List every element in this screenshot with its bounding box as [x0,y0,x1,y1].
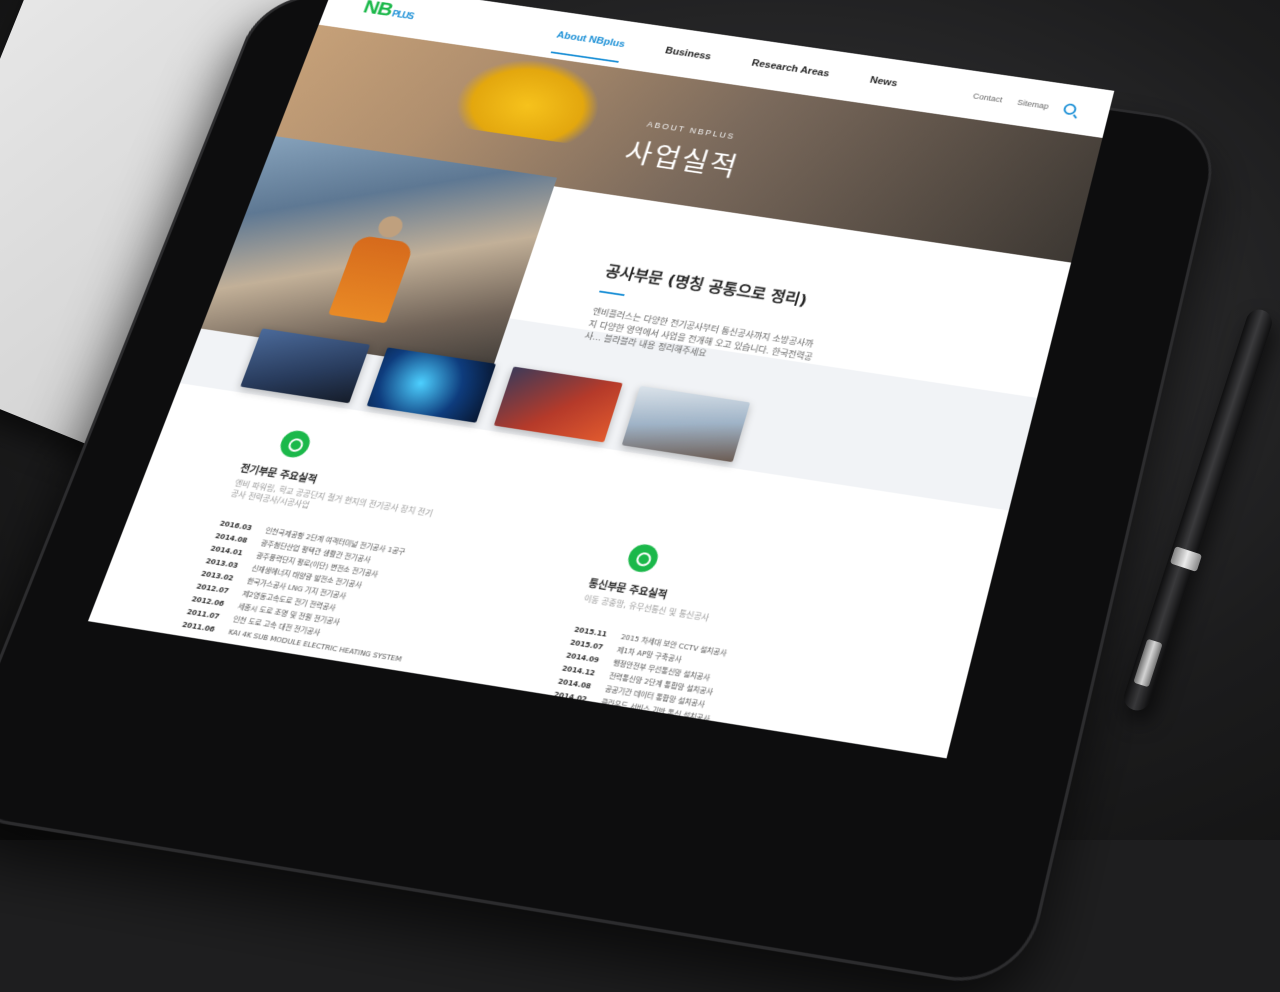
nav-business[interactable]: Business [659,46,713,76]
date: 2013.12 [548,703,584,718]
contact-link[interactable]: Contact [972,91,1003,104]
comm-dates: 2015.11 2015.07 2014.09 2014.12 2014.08 … [539,624,608,747]
date: 2012.07 [540,730,576,744]
list-item: 광주 통신망 구축 통합 설치공사 [587,737,686,759]
section-title: 공사부문 (명칭 공통으로 정리) [603,262,810,310]
electric-list: 2016.03 2014.08 2014.01 2013.03 2013.02 … [177,518,481,682]
electric-items: 인천국제공항 2단계 여객터미널 전기공사 1공구 광주첨단산업 평택관 생활관… [226,525,438,667]
list-item: 제주 통신 광케이블 설치공사 [591,724,681,747]
comm-items: 2015 차세대 보안 CCTV 설치공사 제1차 AP망 구축공사 행정안전부… [587,631,730,758]
site-logo[interactable]: NBPLUS [360,0,418,24]
worker-figure [328,234,415,324]
nav-about[interactable]: About NBplus [550,30,627,63]
utility-links: Contact Sitemap [972,90,1078,116]
section-accent-line [599,290,625,297]
comm-column: 통신부문 주요실적 이동 공중망, 유무선통신 및 통신공사 2015.11 2… [537,538,905,759]
nav-news[interactable]: News [865,75,899,102]
sitemap-link[interactable]: Sitemap [1016,97,1049,110]
search-icon[interactable] [1062,102,1078,116]
electric-icon [276,428,314,460]
tablet-screen: ABOUT NBPLUS 사업실적 NBPLUS About NBplus Bu… [87,0,1115,759]
logo-sub: PLUS [390,9,415,22]
nav-research[interactable]: Research Areas [746,58,830,92]
electric-column: 전기부문 주요실적 엔비 파워링, 학교 공공단지 철거 현지의 전기공사 장치… [177,424,552,687]
date: 2013.11 [544,717,580,731]
comm-list: 2015.11 2015.07 2014.09 2014.12 2014.08 … [537,623,842,759]
wifi-icon [624,542,662,574]
